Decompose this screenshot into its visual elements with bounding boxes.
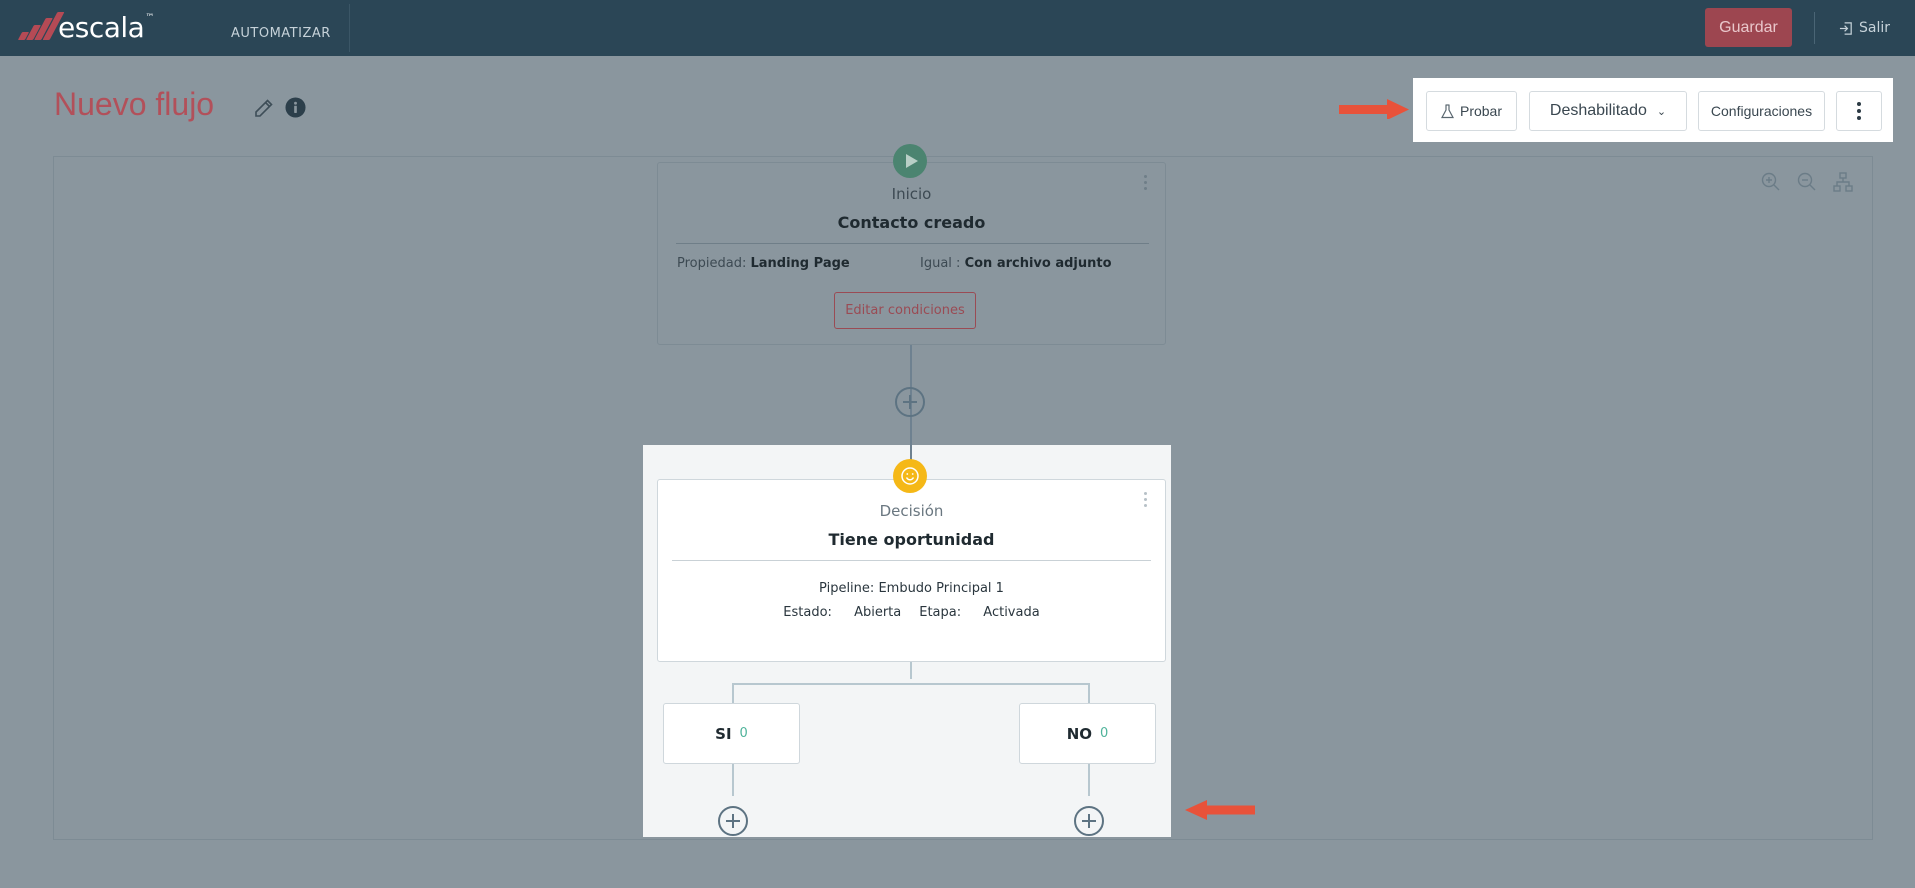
layout-icon[interactable] (1832, 171, 1854, 193)
start-node[interactable]: Inicio Contacto creado Propiedad: Landin… (657, 162, 1166, 345)
chevron-down-icon: ⌄ (1656, 105, 1667, 118)
canvas-controls (1760, 171, 1854, 193)
test-button[interactable]: Probar (1426, 91, 1517, 131)
annotation-arrow-right (1339, 99, 1409, 119)
logout-label: Salir (1859, 20, 1891, 36)
branch-label: NO (1066, 724, 1093, 743)
zoom-in-icon[interactable] (1760, 171, 1782, 193)
branch-connector (732, 764, 734, 796)
branch-count: 0 (739, 726, 748, 741)
branch-count: 0 (1100, 726, 1109, 741)
node-title: Contacto creado (837, 213, 986, 232)
logout-icon (1839, 21, 1852, 35)
add-step-yes-button[interactable] (718, 806, 748, 836)
branch-label: SI (715, 724, 732, 743)
logo-icon (16, 12, 65, 42)
branch-connector (732, 683, 734, 703)
more-vertical-icon (1857, 102, 1861, 120)
status-value: Deshabilitado (1549, 102, 1647, 119)
decision-node[interactable]: Decisión Tiene oportunidad Pipeline: Emb… (657, 479, 1166, 662)
plus-circle-icon[interactable] (895, 387, 925, 417)
decision-state: Estado: Abierta (783, 605, 902, 620)
condition-property: Propiedad: Landing Page (677, 256, 850, 271)
logout-button[interactable]: Salir (1839, 17, 1890, 39)
decision-pipeline: Pipeline: Embudo Principal 1 (819, 581, 1004, 596)
info-icon[interactable] (285, 97, 306, 118)
node-type: Decisión (879, 502, 944, 520)
node-divider (676, 243, 1149, 244)
flask-icon (1440, 103, 1454, 118)
more-options-button[interactable] (1836, 91, 1882, 131)
branch-connector (1088, 764, 1090, 796)
branch-connector (910, 662, 912, 679)
logo-text: escala™ (58, 11, 154, 44)
test-label: Probar (1459, 103, 1503, 119)
decision-highlight: Decisión Tiene oportunidad Pipeline: Emb… (643, 445, 1171, 837)
branch-connector (1088, 683, 1090, 703)
play-icon (893, 144, 927, 178)
add-step-no-button[interactable] (1074, 806, 1104, 836)
nav-divider (349, 4, 350, 52)
top-divider (1814, 12, 1815, 44)
edit-icon[interactable] (252, 96, 276, 120)
page-title: Nuevo flujo (54, 86, 215, 122)
branch-no[interactable]: NO 0 (1019, 703, 1156, 764)
settings-button[interactable]: Configuraciones (1698, 91, 1825, 131)
node-type: Inicio (891, 185, 932, 203)
top-navbar: escala™ AUTOMATIZAR Guardar Salir (0, 0, 1915, 56)
decision-stage: Etapa: Activada (919, 605, 1040, 620)
logo[interactable]: escala™ (16, 12, 154, 44)
save-button[interactable]: Guardar (1705, 8, 1792, 47)
node-title: Tiene oportunidad (828, 530, 995, 549)
decision-icon (893, 459, 927, 493)
edit-conditions-button[interactable]: Editar condiciones (834, 292, 976, 329)
zoom-out-icon[interactable] (1796, 171, 1818, 193)
branch-connector (732, 683, 1088, 685)
nav-item-automatizar[interactable]: AUTOMATIZAR (231, 26, 331, 41)
decision-details: Estado: Abierta Etapa: Activada (658, 605, 1165, 620)
smile-icon (901, 467, 919, 485)
flow-toolbar: Probar Deshabilitado ⌄ Configuraciones (1413, 78, 1893, 142)
branch-yes[interactable]: SI 0 (663, 703, 800, 764)
node-divider (672, 560, 1151, 561)
status-select[interactable]: Deshabilitado ⌄ (1529, 91, 1687, 131)
condition-operator: Igual : Con archivo adjunto (920, 256, 1112, 271)
